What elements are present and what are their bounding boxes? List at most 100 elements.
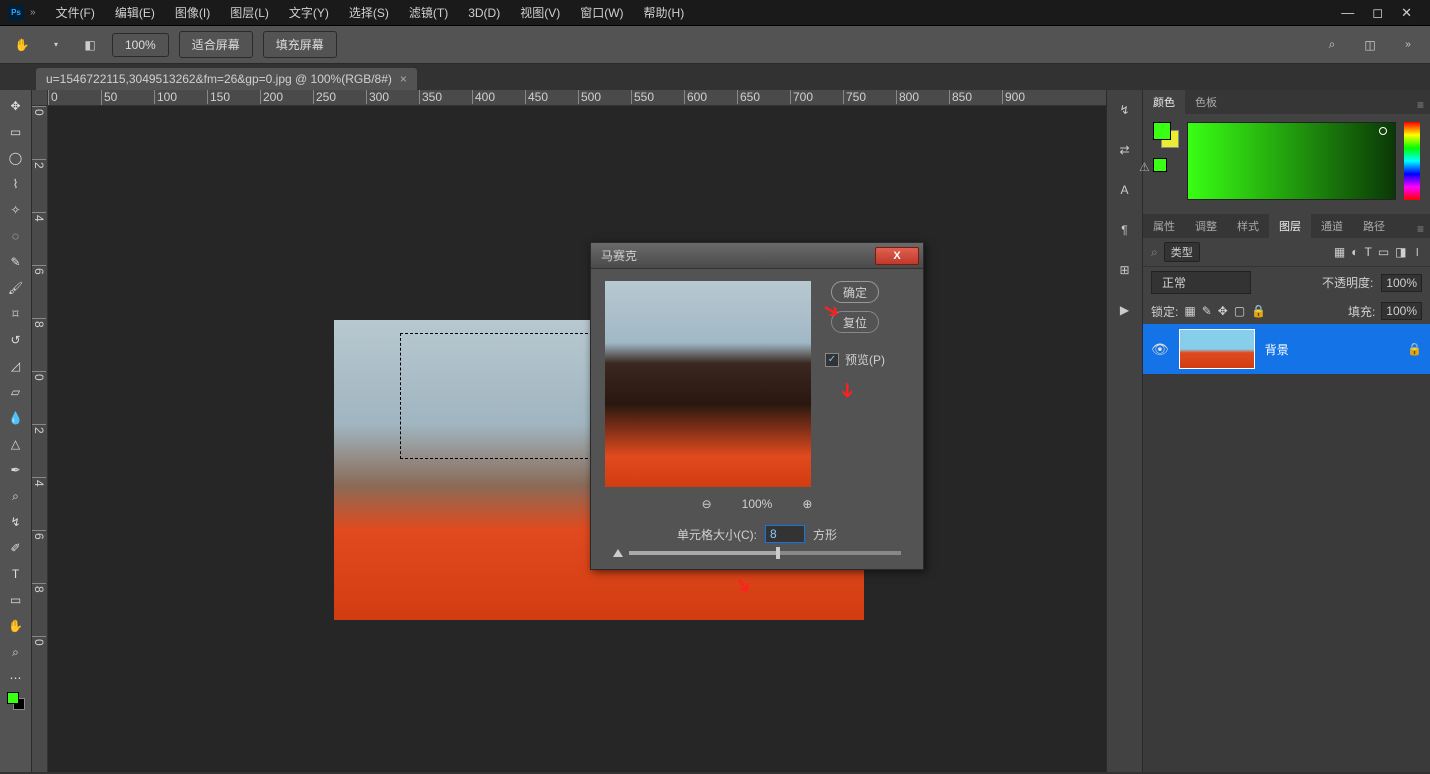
tab-properties[interactable]: 属性 bbox=[1143, 214, 1185, 238]
menu-filter[interactable]: 滤镜(T) bbox=[399, 0, 458, 26]
brush-tool-icon[interactable]: 🖌 bbox=[3, 276, 29, 300]
type-tool-icon[interactable]: T bbox=[3, 562, 29, 586]
window-close-icon[interactable]: ✕ bbox=[1401, 5, 1412, 21]
lock-artboard-icon[interactable]: ▢ bbox=[1234, 304, 1245, 318]
filter-shape-icon[interactable]: ▭ bbox=[1378, 245, 1389, 260]
fill-screen-button[interactable]: 填充屏幕 bbox=[263, 31, 337, 58]
quick-select-tool-icon[interactable]: ◌ bbox=[3, 224, 29, 248]
cell-size-input[interactable] bbox=[765, 525, 805, 543]
tab-swatches[interactable]: 色板 bbox=[1185, 90, 1227, 114]
menu-image[interactable]: 图像(I) bbox=[165, 0, 220, 26]
menu-3d[interactable]: 3D(D) bbox=[458, 0, 510, 26]
color-fgbg-swatch[interactable] bbox=[1153, 122, 1179, 148]
color-picker-field[interactable] bbox=[1187, 122, 1396, 200]
dialog-preview[interactable] bbox=[605, 281, 811, 487]
fg-bg-swatch[interactable] bbox=[3, 692, 29, 710]
color-warn-swatch[interactable]: ⚠ bbox=[1153, 158, 1179, 184]
pen-tool-icon[interactable]: ✒ bbox=[3, 458, 29, 482]
tool-preset-dropdown[interactable]: ▾ bbox=[44, 33, 68, 57]
workspace-switcher-icon[interactable]: ◫ bbox=[1358, 33, 1382, 57]
filter-type-icon[interactable]: T bbox=[1364, 245, 1371, 260]
layer-visibility-icon[interactable]: 👁 bbox=[1151, 341, 1169, 358]
collapse-chevron-icon[interactable]: » bbox=[30, 7, 36, 18]
cell-size-slider[interactable] bbox=[629, 551, 901, 555]
dialog-close-button[interactable]: X bbox=[875, 247, 919, 265]
ok-button[interactable]: 确定 bbox=[831, 281, 879, 303]
lock-position-icon[interactable]: ✥ bbox=[1218, 304, 1228, 318]
layer-thumbnail[interactable] bbox=[1179, 329, 1255, 369]
menu-window[interactable]: 窗口(W) bbox=[570, 0, 633, 26]
search-icon[interactable]: ⌕ bbox=[1320, 33, 1344, 57]
layer-filter-type-dropdown[interactable]: 类型 bbox=[1164, 242, 1200, 262]
layer-lock-icon[interactable]: 🔒 bbox=[1407, 342, 1422, 356]
play-actions-icon[interactable]: ▶ bbox=[1113, 298, 1137, 322]
hue-slider[interactable] bbox=[1404, 122, 1420, 200]
rectangle-tool-icon[interactable]: ▭ bbox=[3, 588, 29, 612]
menu-help[interactable]: 帮助(H) bbox=[634, 0, 695, 26]
opacity-value[interactable]: 100% bbox=[1381, 274, 1422, 292]
glyphs-panel-icon[interactable]: ⊞ bbox=[1113, 258, 1137, 282]
tab-color[interactable]: 颜色 bbox=[1143, 90, 1185, 114]
character-panel-icon[interactable]: A bbox=[1113, 178, 1137, 202]
stamp-tool-icon[interactable]: ⌑ bbox=[3, 302, 29, 326]
marquee-tool-icon[interactable]: ▭ bbox=[3, 120, 29, 144]
lock-pixels-icon[interactable]: ▦ bbox=[1184, 304, 1195, 318]
zoom-out-icon[interactable]: ⊖ bbox=[702, 497, 712, 511]
filter-toggle-icon[interactable]: ⏽ bbox=[1413, 245, 1423, 260]
history-brush-tool-icon[interactable]: ↺ bbox=[3, 328, 29, 352]
paragraph-panel-icon[interactable]: ¶ bbox=[1113, 218, 1137, 242]
hand-tool-icon[interactable]: ✋ bbox=[10, 33, 34, 57]
color-panel-menu-icon[interactable]: ≡ bbox=[1411, 96, 1430, 114]
tab-paths[interactable]: 路径 bbox=[1353, 214, 1395, 238]
ellipse-marquee-tool-icon[interactable]: ◯ bbox=[3, 146, 29, 170]
lasso-tool-icon[interactable]: ⌇ bbox=[3, 172, 29, 196]
blur-tool-icon[interactable]: 💧 bbox=[3, 406, 29, 430]
document-tab[interactable]: u=1546722115,3049513262&fm=26&gp=0.jpg @… bbox=[36, 68, 417, 90]
tab-layers[interactable]: 图层 bbox=[1269, 214, 1311, 238]
collapse-icon[interactable]: » bbox=[1396, 33, 1420, 57]
lock-brush-icon[interactable]: ✎ bbox=[1202, 304, 1212, 318]
filter-smart-icon[interactable]: ◨ bbox=[1395, 245, 1406, 260]
menu-select[interactable]: 选择(S) bbox=[339, 0, 399, 26]
brush-settings-icon[interactable]: ↯ bbox=[1113, 98, 1137, 122]
document-tab-close-icon[interactable]: × bbox=[400, 72, 407, 86]
tab-styles[interactable]: 样式 bbox=[1227, 214, 1269, 238]
menu-edit[interactable]: 编辑(E) bbox=[105, 0, 165, 26]
scroll-all-icon[interactable]: ◧ bbox=[78, 33, 102, 57]
edit-toolbar-icon[interactable]: ⋯ bbox=[3, 666, 29, 690]
canvas-area[interactable]: 0501001502002503003504004505005506006507… bbox=[32, 90, 1106, 772]
direct-select-tool-icon[interactable]: ↯ bbox=[3, 510, 29, 534]
zoom-tool-icon[interactable]: ⌕ bbox=[3, 640, 29, 664]
hand-tool-bottom-icon[interactable]: ✋ bbox=[3, 614, 29, 638]
filter-image-icon[interactable]: ▦ bbox=[1334, 245, 1345, 260]
gradient-tool-icon[interactable]: ▱ bbox=[3, 380, 29, 404]
move-tool-icon[interactable]: ✥ bbox=[3, 94, 29, 118]
dialog-titlebar[interactable]: 马赛克 X bbox=[591, 243, 923, 269]
window-minimize-icon[interactable]: — bbox=[1341, 5, 1354, 21]
eraser-tool-icon[interactable]: ◿ bbox=[3, 354, 29, 378]
layer-name-label[interactable]: 背景 bbox=[1265, 341, 1289, 358]
blend-mode-dropdown[interactable]: 正常 bbox=[1151, 271, 1251, 294]
lock-all-icon[interactable]: 🔒 bbox=[1251, 304, 1266, 318]
dodge-tool-icon[interactable]: △ bbox=[3, 432, 29, 456]
layer-item-background[interactable]: 👁 背景 🔒 bbox=[1143, 324, 1430, 374]
magic-wand-tool-icon[interactable]: ✧ bbox=[3, 198, 29, 222]
menu-view[interactable]: 视图(V) bbox=[510, 0, 570, 26]
tab-channels[interactable]: 通道 bbox=[1311, 214, 1353, 238]
fit-screen-button[interactable]: 适合屏幕 bbox=[179, 31, 253, 58]
zoom-in-icon[interactable]: ⊕ bbox=[802, 497, 812, 511]
layer-panel-menu-icon[interactable]: ≡ bbox=[1411, 220, 1430, 238]
path-select-tool-icon[interactable]: ⌕ bbox=[3, 484, 29, 508]
tab-adjustments[interactable]: 调整 bbox=[1185, 214, 1227, 238]
menu-type[interactable]: 文字(Y) bbox=[279, 0, 339, 26]
reset-button[interactable]: 复位 bbox=[831, 311, 879, 333]
menu-layer[interactable]: 图层(L) bbox=[220, 0, 279, 26]
brush-edit-tool-icon[interactable]: ✐ bbox=[3, 536, 29, 560]
preview-checkbox[interactable]: ✓ bbox=[825, 353, 839, 367]
filter-adjust-icon[interactable]: ◐ bbox=[1351, 245, 1358, 260]
fill-value[interactable]: 100% bbox=[1381, 302, 1422, 320]
eyedropper-tool-icon[interactable]: ✎ bbox=[3, 250, 29, 274]
window-maximize-icon[interactable]: ◻ bbox=[1372, 5, 1383, 21]
clone-source-icon[interactable]: ⇄ bbox=[1113, 138, 1137, 162]
zoom-level-button[interactable]: 100% bbox=[112, 33, 169, 57]
